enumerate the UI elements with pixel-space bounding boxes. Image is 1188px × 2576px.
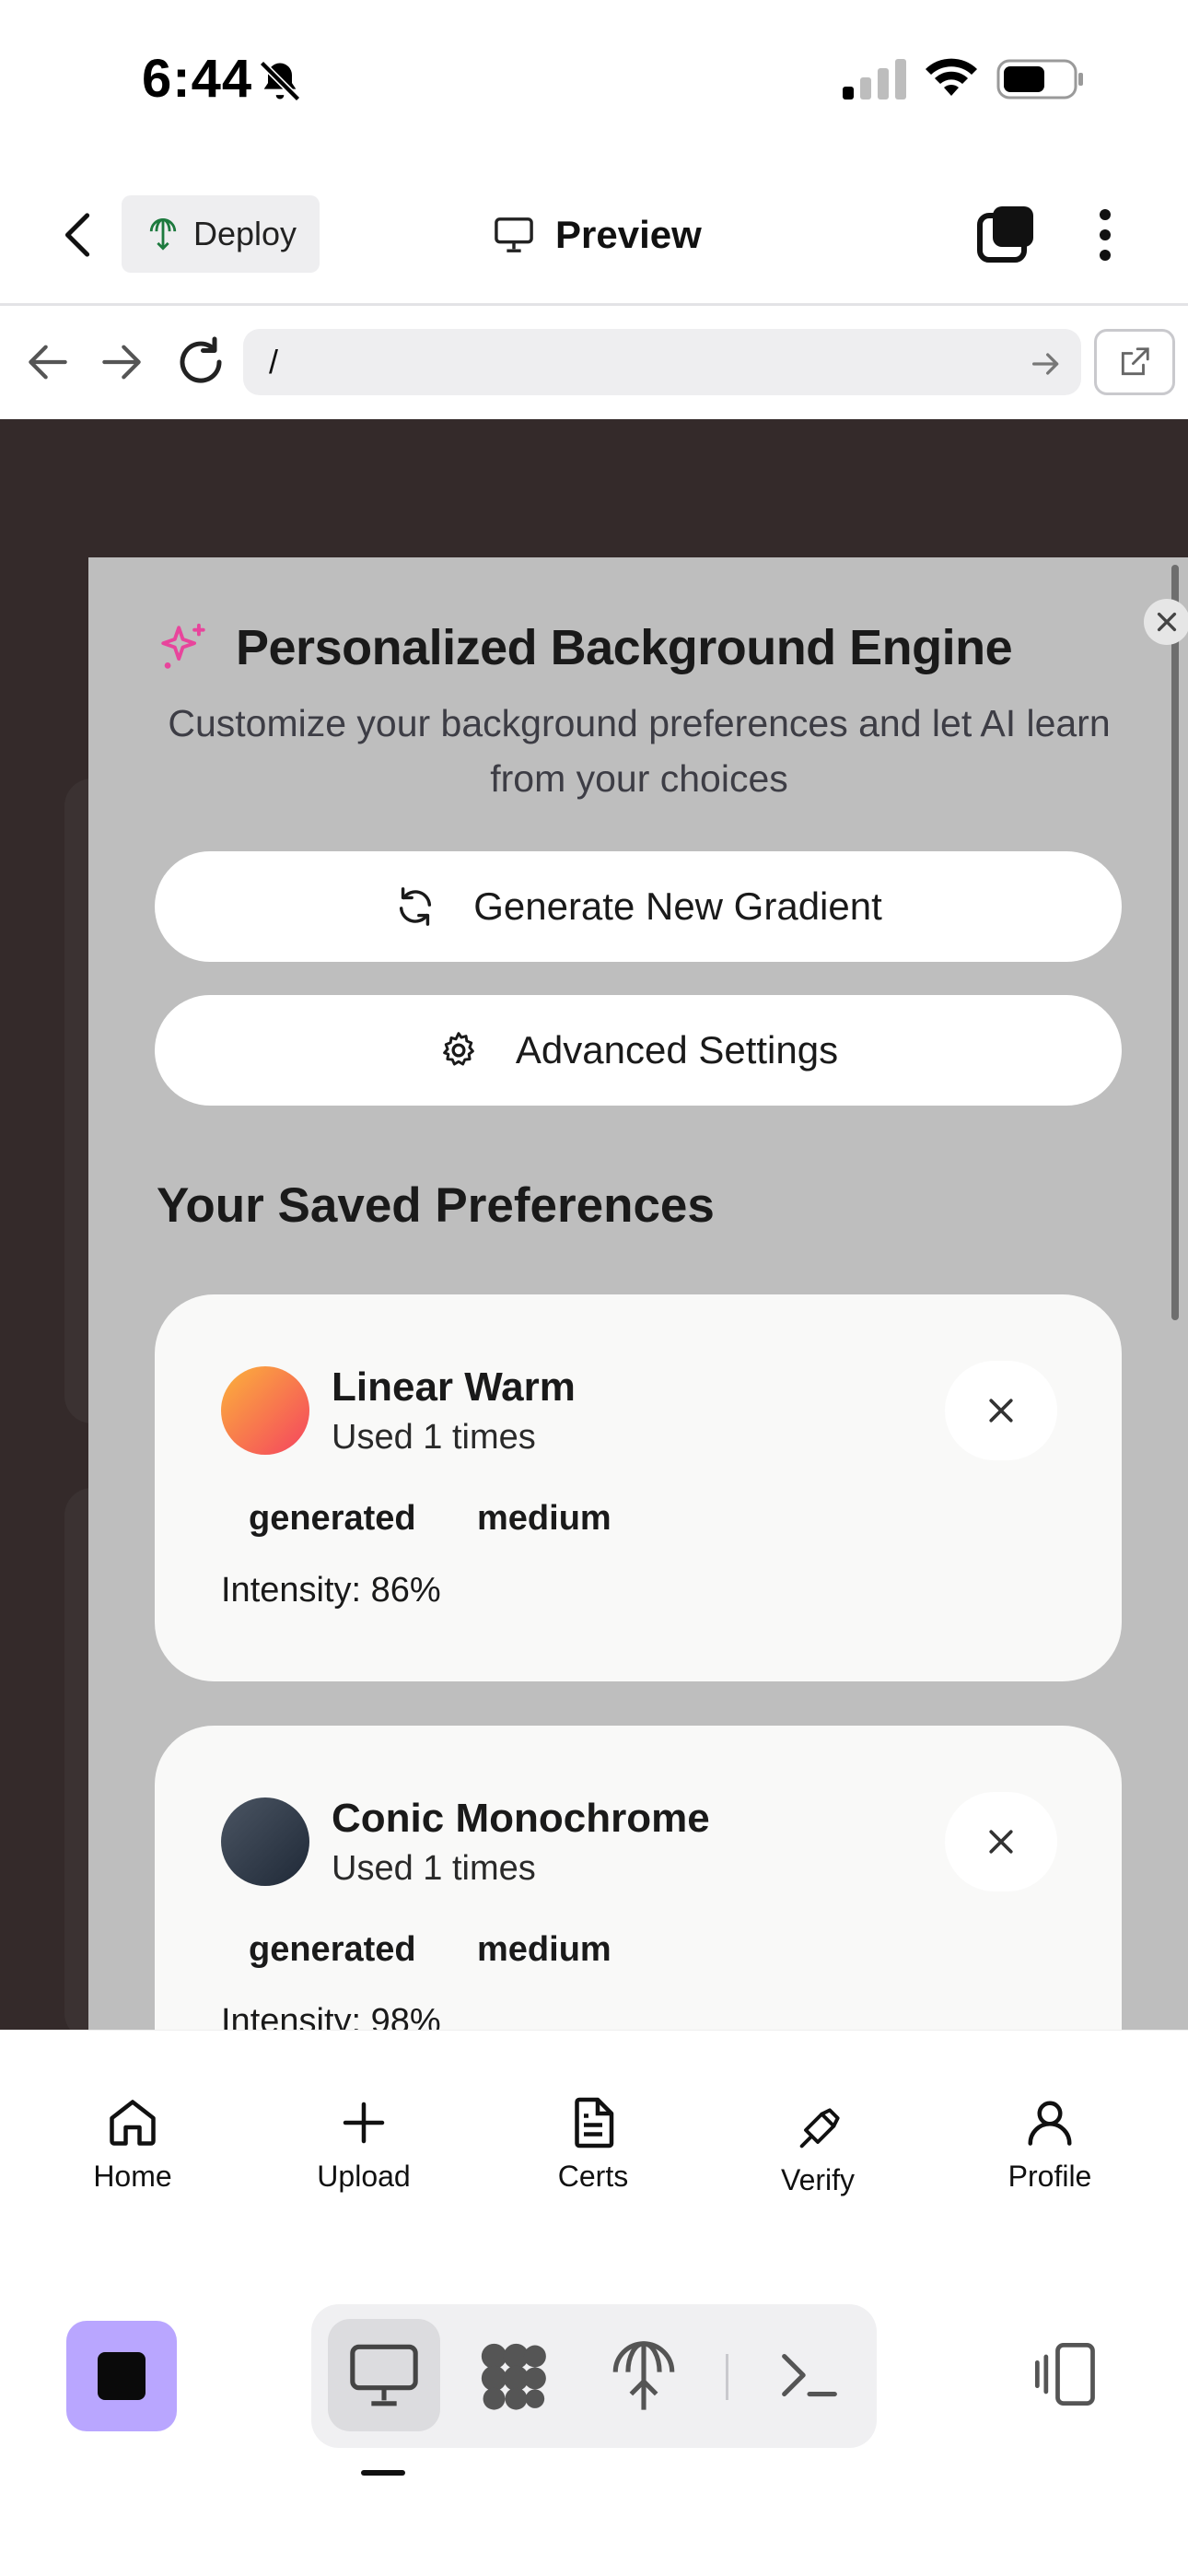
bell-off-icon xyxy=(259,60,301,102)
nav-label: Verify xyxy=(780,2163,856,2196)
nav-item-home[interactable]: Home xyxy=(41,2095,225,2194)
deploy-icon[interactable] xyxy=(606,2337,681,2413)
plus-icon xyxy=(343,2102,385,2144)
gradient-swatch xyxy=(221,1366,309,1455)
battery-icon xyxy=(996,59,1083,100)
gradient-swatch xyxy=(221,1797,309,1886)
external-link-icon xyxy=(1121,347,1149,376)
sparkles-icon xyxy=(161,623,205,669)
view-mode-switcher xyxy=(311,2304,877,2448)
more-menu-button[interactable] xyxy=(1077,203,1133,267)
nav-label: Profile xyxy=(1007,2160,1092,2193)
preview-toolbar xyxy=(0,2251,1188,2576)
url-input[interactable] xyxy=(243,329,1081,395)
app-bar: Deploy Preview xyxy=(0,166,1188,306)
nav-label: Certs xyxy=(557,2160,629,2193)
terminal-icon[interactable] xyxy=(772,2337,847,2413)
user-icon xyxy=(1028,2101,1072,2146)
panel-scrollbar[interactable] xyxy=(1171,565,1179,1320)
close-icon xyxy=(989,1830,1013,1854)
stop-button[interactable] xyxy=(66,2321,177,2431)
generate-gradient-button[interactable]: Generate New Gradient xyxy=(155,851,1122,962)
preference-name: Linear Warm xyxy=(332,1364,576,1410)
generate-gradient-label: Generate New Gradient xyxy=(473,884,882,928)
nav-item-upload[interactable]: Upload xyxy=(272,2095,456,2194)
advanced-settings-label: Advanced Settings xyxy=(515,1028,839,1071)
refresh-icon xyxy=(400,887,432,926)
tabs-icon[interactable] xyxy=(974,203,1039,267)
nav-item-verify[interactable]: Verify xyxy=(726,2106,910,2197)
deploy-button[interactable]: Deploy xyxy=(122,195,320,273)
status-time: 6:44 xyxy=(142,49,253,109)
gear-icon xyxy=(443,1032,474,1066)
back-button[interactable] xyxy=(46,203,111,267)
monitor-icon xyxy=(495,217,533,252)
paintbrush-icon xyxy=(799,2108,840,2149)
home-icon xyxy=(110,2100,156,2146)
segment-divider xyxy=(726,2354,728,2400)
preference-intensity: Intensity: 86% xyxy=(221,1571,441,1610)
go-arrow-icon[interactable] xyxy=(1028,345,1065,382)
browser-url-row xyxy=(0,309,1188,419)
more-vertical-icon xyxy=(1100,209,1111,261)
preference-usage: Used 1 times xyxy=(332,1418,536,1457)
preview-title[interactable]: Preview xyxy=(493,203,702,267)
monitor-icon[interactable] xyxy=(346,2337,422,2413)
arrow-right-icon[interactable] xyxy=(96,336,147,388)
remove-preference-button[interactable] xyxy=(945,1792,1057,1891)
assets-grid-icon[interactable] xyxy=(475,2337,551,2413)
preference-tag: medium xyxy=(477,1930,611,1969)
panel-title: Personalized Background Engine xyxy=(236,620,1013,675)
deploy-globe-icon xyxy=(149,218,177,251)
remove-preference-button[interactable] xyxy=(945,1361,1057,1460)
arrow-left-icon[interactable] xyxy=(22,336,74,388)
stop-icon xyxy=(98,2352,146,2400)
close-panel-button[interactable] xyxy=(1144,599,1188,645)
nav-item-certs[interactable]: Certs xyxy=(501,2095,685,2194)
status-bar: 6:44 xyxy=(0,0,1188,166)
deploy-label: Deploy xyxy=(193,215,297,252)
chevron-left-icon xyxy=(64,213,90,257)
document-icon xyxy=(575,2097,614,2149)
preference-card[interactable]: Linear Warm Used 1 times generated mediu… xyxy=(155,1294,1122,1681)
cellular-signal-icon xyxy=(843,59,906,100)
reload-icon[interactable] xyxy=(173,334,228,390)
wifi-icon xyxy=(926,58,977,96)
preference-tag: generated xyxy=(249,1930,416,1969)
close-icon xyxy=(989,1399,1013,1423)
advanced-settings-button[interactable]: Advanced Settings xyxy=(155,995,1122,1106)
panel-header: Personalized Background Engine xyxy=(157,619,1013,676)
nav-item-profile[interactable]: Profile xyxy=(958,2095,1142,2194)
preference-name: Conic Monochrome xyxy=(332,1796,710,1841)
preference-usage: Used 1 times xyxy=(332,1849,536,1888)
saved-preferences-heading: Your Saved Preferences xyxy=(157,1178,715,1233)
nav-label: Upload xyxy=(317,2160,411,2193)
active-tab-indicator xyxy=(361,2470,405,2476)
open-external-button[interactable] xyxy=(1094,329,1175,395)
device-frame-icon[interactable] xyxy=(1031,2339,1101,2409)
preference-tag: medium xyxy=(477,1499,611,1538)
close-icon xyxy=(1157,612,1177,632)
nav-label: Home xyxy=(93,2160,172,2193)
app-bottom-nav: Home Upload Certs Verify Profile xyxy=(0,2030,1188,2251)
preview-label: Preview xyxy=(555,213,702,256)
preference-tag: generated xyxy=(249,1499,416,1538)
panel-subtitle: Customize your background preferences an… xyxy=(168,702,1111,800)
